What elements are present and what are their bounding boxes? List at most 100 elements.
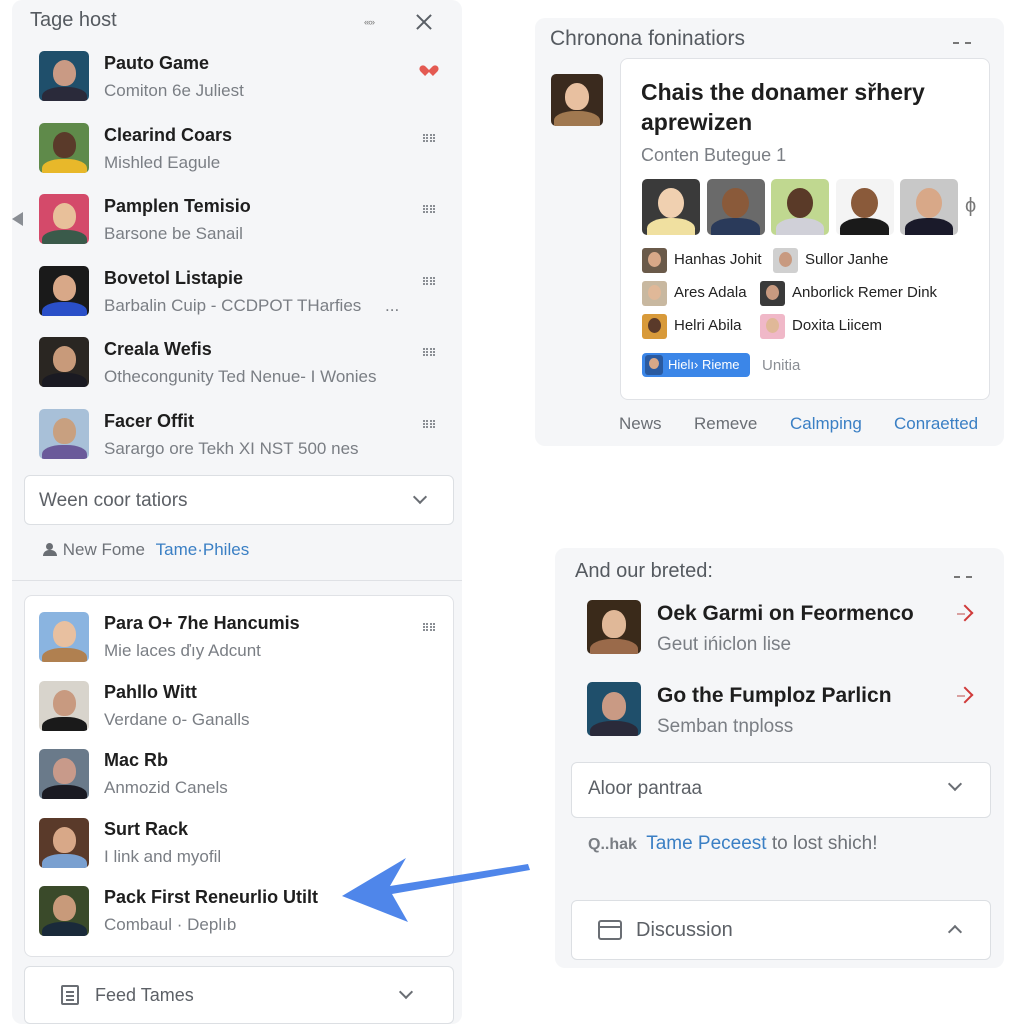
- list-item[interactable]: Bovetol Listapie Barbalin Cuip - CCDPOT T…: [39, 265, 449, 326]
- avatar[interactable]: [39, 408, 89, 459]
- post-subtitle: Conten Butegue 1: [641, 145, 787, 165]
- menu-icon[interactable]: [423, 205, 435, 213]
- avatar[interactable]: [39, 749, 89, 799]
- menu-icon[interactable]: [423, 623, 435, 631]
- item-subtitle: I link and myofil: [104, 846, 222, 866]
- filter-dropdown[interactable]: Ween coor tatiors: [24, 475, 454, 525]
- new-home-label: New Fome: [62, 540, 145, 559]
- avatar[interactable]: [39, 612, 89, 662]
- item-subtitle: Anmozid Canels: [104, 778, 228, 797]
- panel-title: And our breted:: [575, 560, 713, 582]
- item-title: Oek Garmi on Feormenco: [657, 602, 914, 625]
- menu-icon[interactable]: [423, 276, 435, 285]
- participant-photo[interactable]: [706, 179, 765, 235]
- list-item[interactable]: Pauto Game Comiton 6e Juliest: [39, 51, 449, 111]
- avatar[interactable]: [39, 886, 89, 936]
- person-avatar[interactable]: [773, 248, 798, 273]
- person-avatar[interactable]: [760, 281, 785, 306]
- tab-news[interactable]: News: [619, 414, 662, 434]
- item-title: Para O+ 7he Hancumis: [104, 613, 300, 633]
- tab-remeve[interactable]: Remeve: [694, 414, 757, 434]
- person-name[interactable]: Hanhas Johit: [674, 251, 762, 268]
- list-item[interactable]: Creala Wefis Othecongunity Ted Nenue- I W…: [39, 337, 449, 397]
- folder-icon: [598, 920, 622, 940]
- heart-icon[interactable]: [423, 61, 435, 72]
- person-name[interactable]: Ares Adala: [674, 284, 747, 301]
- contact-item[interactable]: Mac Rb Anmozid Canels: [39, 749, 449, 809]
- chip-side-text: Unitia: [762, 357, 801, 374]
- search-hint: Q..hak: [588, 836, 637, 853]
- person-avatar[interactable]: [642, 314, 667, 339]
- panel-title: Tage host: [30, 9, 117, 31]
- person-name[interactable]: Sullor Janhe: [805, 251, 888, 268]
- avatar[interactable]: [39, 680, 89, 731]
- option-dropdown[interactable]: Aloor pantraa: [571, 762, 991, 818]
- chip-label: Hielı› Rieme: [668, 357, 740, 372]
- list-item[interactable]: Clearind Coars Mishled Eagule: [39, 122, 449, 183]
- contact-item[interactable]: Pahllo Witt Verdane o- Ganalls: [39, 680, 449, 741]
- chevron-up-icon: [947, 924, 963, 940]
- tag-chip[interactable]: Hielı› Rieme: [642, 353, 750, 377]
- new-home-line: New Fome Tame·Philes: [42, 540, 249, 560]
- tame-philes-link[interactable]: Tame·Philes: [156, 540, 250, 559]
- more-faces-icon[interactable]: ϕ: [965, 195, 976, 218]
- item-subtitle: Barbalin Cuip - CCDPOT THarfies: [104, 295, 362, 315]
- panel-title: Chronona foninatiors: [550, 27, 745, 50]
- promo-suffix: to lost shich!: [771, 833, 878, 854]
- menu-icon[interactable]: [423, 133, 435, 142]
- menu-icon[interactable]: [423, 419, 435, 428]
- author-avatar[interactable]: [551, 74, 603, 126]
- tab-calmping[interactable]: Calmping: [790, 414, 862, 434]
- divider: [12, 580, 462, 581]
- list-item[interactable]: Facer Offit Sarargo ore Tekh XI NST 500 n…: [39, 408, 449, 469]
- feed-dropdown[interactable]: Feed Tames: [24, 966, 454, 1024]
- promo-line: Q..hak Tame Peceest to lost shich!: [588, 833, 877, 855]
- item-title: Clearind Coars: [104, 124, 233, 145]
- tame-peceest-link[interactable]: Tame Peceest: [646, 833, 766, 854]
- contact-item[interactable]: Para O+ 7he Hancumis Mie laces ďıy Adcunt: [39, 612, 449, 672]
- chevron-down-icon: [412, 489, 428, 505]
- close-icon[interactable]: [415, 13, 433, 31]
- avatar[interactable]: [587, 682, 641, 736]
- participant-photo[interactable]: [835, 179, 894, 235]
- collapse-left-icon[interactable]: [12, 212, 23, 226]
- feed-dropdown-label: Feed Tames: [95, 985, 194, 1005]
- link-icon[interactable]: «‹»: [364, 17, 375, 27]
- avatar[interactable]: [39, 51, 89, 101]
- participant-photo[interactable]: [642, 179, 700, 235]
- tab-conraetted[interactable]: Conraetted: [894, 414, 978, 434]
- item-title: Creala Wefis: [104, 339, 212, 359]
- chevron-right-icon[interactable]: [956, 604, 974, 622]
- suggestion-item[interactable]: Oek Garmi on Feormenco Geut ińiclon lise: [587, 600, 987, 660]
- person-name[interactable]: Doxita Liicem: [792, 317, 882, 334]
- more-icon[interactable]: [954, 576, 972, 578]
- menu-icon[interactable]: [423, 348, 435, 356]
- filter-dropdown-label: Ween coor tatiors: [39, 490, 188, 511]
- participant-photo[interactable]: [900, 179, 958, 235]
- suggestion-item[interactable]: Go the Fumploz Parlicn Semban tnploss: [587, 682, 987, 742]
- avatar[interactable]: [39, 122, 89, 173]
- users-icon: [42, 543, 58, 556]
- item-subtitle: Sarargo ore Tekh XI NST 500 nes: [104, 438, 359, 458]
- item-title: Bovetol Listapie: [104, 267, 244, 288]
- list-item[interactable]: Pamplen Temisio Barsone be Sanail: [39, 194, 449, 254]
- post-card[interactable]: Chais the donamer sřhery aprewizen Conte…: [620, 58, 990, 400]
- item-title: Pack First Reneurlio Utilt: [104, 887, 319, 907]
- item-subtitle: Geut ińiclon lise: [657, 634, 792, 655]
- participant-photo[interactable]: [771, 179, 829, 235]
- person-avatar[interactable]: [642, 281, 667, 306]
- person-avatar[interactable]: [760, 314, 785, 339]
- person-avatar[interactable]: [642, 248, 667, 273]
- avatar[interactable]: [587, 600, 641, 654]
- avatar[interactable]: [39, 194, 89, 244]
- more-icon[interactable]: [953, 42, 971, 44]
- avatar[interactable]: [39, 337, 89, 387]
- person-name[interactable]: Anborlick Remer Dink: [792, 284, 937, 301]
- avatar[interactable]: [39, 817, 89, 868]
- person-name[interactable]: Helri Abila: [674, 317, 742, 334]
- chevron-right-icon[interactable]: [956, 686, 974, 704]
- discussion-dropdown[interactable]: Discussion: [571, 900, 991, 960]
- avatar[interactable]: [39, 265, 89, 316]
- item-title: Go the Fumploz Parlicn: [657, 684, 892, 707]
- bottom-right-panel: And our breted: Oek Garmi on Feormenco Ge…: [555, 548, 1004, 968]
